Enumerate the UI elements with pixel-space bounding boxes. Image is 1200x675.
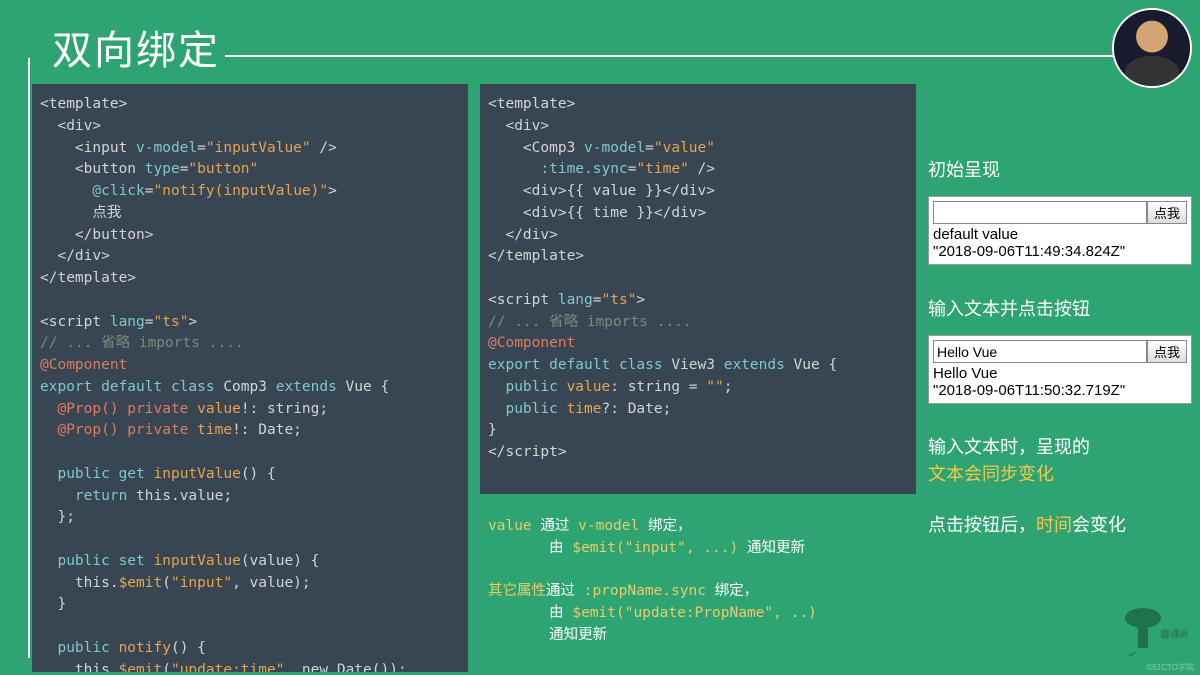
note-time-update: 点击按钮后，时间会变化 — [928, 512, 1192, 539]
demo2-line1: Hello Vue — [933, 365, 1187, 382]
demo1-button[interactable]: 点我 — [1147, 201, 1187, 224]
demo-initial: 点我 default value "2018-09-06T11:49:34.82… — [928, 196, 1192, 265]
demo2-line2: "2018-09-06T11:50:32.719Z" — [933, 382, 1187, 399]
heading-after-input: 输入文本并点击按钮 — [928, 295, 1192, 321]
svg-text:幕课网: 幕课网 — [1160, 628, 1188, 641]
divider-horizontal — [225, 55, 1185, 57]
code-view3: <template> <div> <Comp3 v-model="value" … — [480, 84, 916, 494]
demo2-input[interactable] — [933, 340, 1147, 363]
slide-title: 双向绑定 — [0, 0, 1200, 84]
main-content: <template> <div> <input v-model="inputVa… — [0, 84, 1200, 672]
code-comp3: <template> <div> <input v-model="inputVa… — [32, 84, 468, 672]
heading-initial: 初始呈现 — [928, 156, 1192, 182]
demo-after: 点我 Hello Vue "2018-09-06T11:50:32.719Z" — [928, 335, 1192, 404]
demo1-input[interactable] — [933, 201, 1147, 224]
presenter-avatar — [1112, 8, 1192, 88]
watermark-logo-icon: 幕课网 — [1118, 603, 1188, 663]
code-explanation: value 通过 v-model 绑定， 由 $emit("input", ..… — [480, 506, 916, 671]
note-input-sync: 输入文本时，呈现的 文本会同步变化 — [928, 434, 1192, 488]
demo2-button[interactable]: 点我 — [1147, 340, 1187, 363]
copyright-text: ©51CTO学院 — [1146, 662, 1194, 673]
demo1-line2: "2018-09-06T11:49:34.824Z" — [933, 243, 1187, 260]
demo1-line1: default value — [933, 226, 1187, 243]
divider-vertical — [28, 58, 30, 658]
